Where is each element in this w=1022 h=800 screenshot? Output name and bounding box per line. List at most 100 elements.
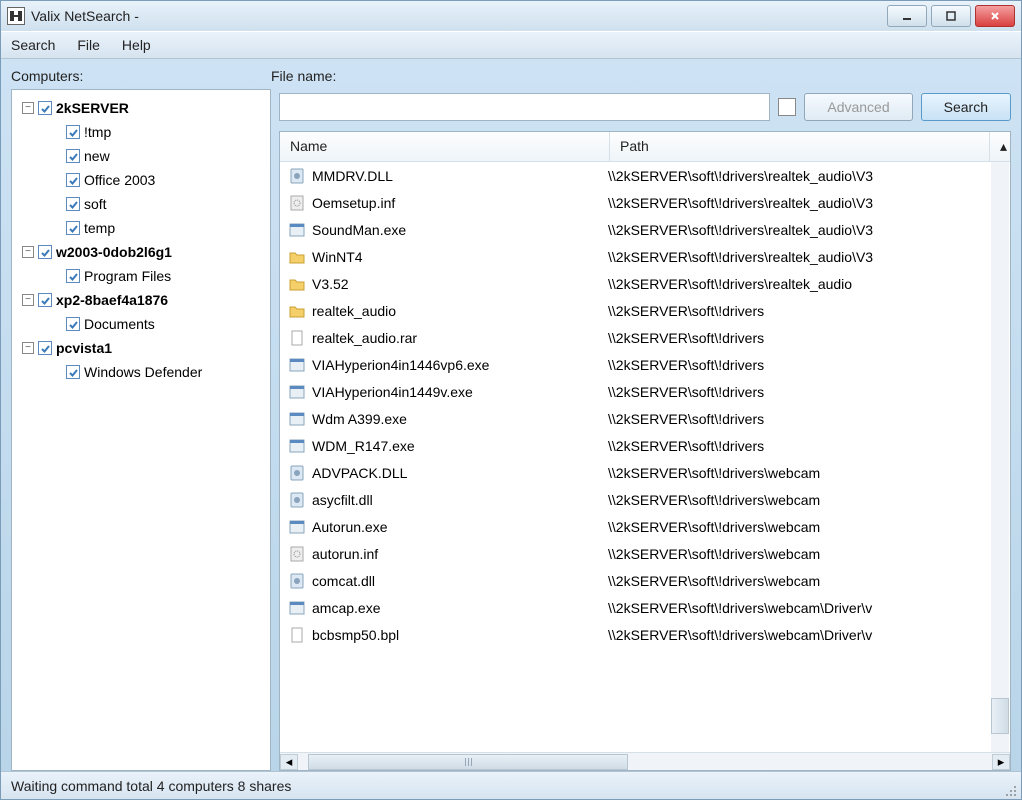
tree-label: temp <box>84 220 115 236</box>
tree-node[interactable]: !tmp <box>16 120 266 144</box>
dll-icon <box>288 572 306 590</box>
resize-grip-icon[interactable] <box>1003 783 1017 797</box>
tree-label: Windows Defender <box>84 364 202 380</box>
computers-label: Computers: <box>11 68 271 84</box>
result-row[interactable]: bcbsmp50.bpl\\2kSERVER\soft\!drivers\web… <box>280 621 1010 648</box>
tree-checkbox[interactable] <box>66 125 80 139</box>
tree-checkbox[interactable] <box>38 245 52 259</box>
file-name: asycfilt.dll <box>312 492 608 508</box>
file-name: WinNT4 <box>312 249 608 265</box>
tree-toggle-icon[interactable]: − <box>22 246 34 258</box>
result-row[interactable]: V3.52\\2kSERVER\soft\!drivers\realtek_au… <box>280 270 1010 297</box>
scroll-right-icon[interactable]: ▸ <box>992 754 1010 770</box>
scroll-up-icon[interactable]: ▴ <box>990 132 1010 161</box>
tree-node[interactable]: Documents <box>16 312 266 336</box>
tree-node[interactable]: − 2kSERVER <box>16 96 266 120</box>
tree-checkbox[interactable] <box>66 221 80 235</box>
result-row[interactable]: VIAHyperion4in1446vp6.exe\\2kSERVER\soft… <box>280 351 1010 378</box>
exe-icon <box>288 599 306 617</box>
tree-label: Office 2003 <box>84 172 155 188</box>
result-row[interactable]: WDM_R147.exe\\2kSERVER\soft\!drivers <box>280 432 1010 459</box>
file-path: \\2kSERVER\soft\!drivers\realtek_audio\V… <box>608 168 1010 184</box>
tree-label: 2kSERVER <box>56 100 129 116</box>
maximize-button[interactable] <box>931 5 971 27</box>
main-row: − 2kSERVER !tmp new Office 2003 soft temp −w200… <box>11 89 1011 771</box>
result-row[interactable]: realtek_audio\\2kSERVER\soft\!drivers <box>280 297 1010 324</box>
tree-node[interactable]: Windows Defender <box>16 360 266 384</box>
tree-checkbox[interactable] <box>66 365 80 379</box>
exe-icon <box>288 383 306 401</box>
result-row[interactable]: Oemsetup.inf\\2kSERVER\soft\!drivers\rea… <box>280 189 1010 216</box>
search-button[interactable]: Search <box>921 93 1011 121</box>
dll-icon <box>288 491 306 509</box>
v-scroll-thumb[interactable] <box>991 698 1009 734</box>
tree-node[interactable]: −xp2-8baef4a1876 <box>16 288 266 312</box>
advanced-button[interactable]: Advanced <box>804 93 912 121</box>
tree-checkbox[interactable] <box>66 173 80 187</box>
tree-node[interactable]: −pcvista1 <box>16 336 266 360</box>
scroll-left-icon[interactable]: ◂ <box>280 754 298 770</box>
tree-node[interactable]: new <box>16 144 266 168</box>
menu-search[interactable]: Search <box>11 37 55 53</box>
file-path: \\2kSERVER\soft\!drivers <box>608 438 1010 454</box>
tree-node[interactable]: Office 2003 <box>16 168 266 192</box>
h-scroll-thumb[interactable] <box>308 754 628 770</box>
h-scroll-track[interactable] <box>298 754 992 770</box>
file-path: \\2kSERVER\soft\!drivers\webcam\Driver\v <box>608 600 1010 616</box>
app-window: Valix NetSearch - Search File Help Compu… <box>0 0 1022 800</box>
tree-label: new <box>84 148 110 164</box>
dll-icon <box>288 167 306 185</box>
filename-input[interactable] <box>279 93 770 121</box>
minimize-button[interactable] <box>887 5 927 27</box>
tree-label: Program Files <box>84 268 171 284</box>
tree-toggle-icon[interactable]: − <box>22 102 34 114</box>
result-row[interactable]: asycfilt.dll\\2kSERVER\soft\!drivers\web… <box>280 486 1010 513</box>
file-path: \\2kSERVER\soft\!drivers\realtek_audio <box>608 276 1010 292</box>
result-row[interactable]: ADVPACK.DLL\\2kSERVER\soft\!drivers\webc… <box>280 459 1010 486</box>
menu-file[interactable]: File <box>77 37 100 53</box>
search-option-checkbox[interactable] <box>778 98 796 116</box>
horizontal-scrollbar[interactable]: ◂ ▸ <box>280 752 1010 770</box>
tree-checkbox[interactable] <box>66 269 80 283</box>
tree-toggle-icon[interactable]: − <box>22 342 34 354</box>
result-row[interactable]: SoundMan.exe\\2kSERVER\soft\!drivers\rea… <box>280 216 1010 243</box>
tree-checkbox[interactable] <box>66 197 80 211</box>
tree-checkbox[interactable] <box>38 101 52 115</box>
file-name: bcbsmp50.bpl <box>312 627 608 643</box>
column-path-header[interactable]: Path <box>610 132 990 161</box>
menu-help[interactable]: Help <box>122 37 151 53</box>
tree-checkbox[interactable] <box>38 341 52 355</box>
tree-checkbox[interactable] <box>66 149 80 163</box>
tree-node[interactable]: −w2003-0dob2l6g1 <box>16 240 266 264</box>
column-name-header[interactable]: Name <box>280 132 610 161</box>
close-button[interactable] <box>975 5 1015 27</box>
tree-checkbox[interactable] <box>66 317 80 331</box>
file-path: \\2kSERVER\soft\!drivers\realtek_audio\V… <box>608 195 1010 211</box>
result-row[interactable]: autorun.inf\\2kSERVER\soft\!drivers\webc… <box>280 540 1010 567</box>
file-path: \\2kSERVER\soft\!drivers\realtek_audio\V… <box>608 249 1010 265</box>
tree-toggle-icon[interactable]: − <box>22 294 34 306</box>
file-path: \\2kSERVER\soft\!drivers\webcam <box>608 465 1010 481</box>
result-row[interactable]: comcat.dll\\2kSERVER\soft\!drivers\webca… <box>280 567 1010 594</box>
result-row[interactable]: MMDRV.DLL\\2kSERVER\soft\!drivers\realte… <box>280 162 1010 189</box>
computers-tree-panel[interactable]: − 2kSERVER !tmp new Office 2003 soft temp −w200… <box>11 89 271 771</box>
result-row[interactable]: realtek_audio.rar\\2kSERVER\soft\!driver… <box>280 324 1010 351</box>
tree-node[interactable]: soft <box>16 192 266 216</box>
tree-checkbox[interactable] <box>38 293 52 307</box>
tree-node[interactable]: temp <box>16 216 266 240</box>
tree-node[interactable]: Program Files <box>16 264 266 288</box>
file-path: \\2kSERVER\soft\!drivers <box>608 330 1010 346</box>
result-row[interactable]: amcap.exe\\2kSERVER\soft\!drivers\webcam… <box>280 594 1010 621</box>
result-row[interactable]: VIAHyperion4in1449v.exe\\2kSERVER\soft\!… <box>280 378 1010 405</box>
file-path: \\2kSERVER\soft\!drivers\webcam <box>608 546 1010 562</box>
titlebar[interactable]: Valix NetSearch - <box>1 1 1021 31</box>
result-row[interactable]: WinNT4\\2kSERVER\soft\!drivers\realtek_a… <box>280 243 1010 270</box>
results-body[interactable]: MMDRV.DLL\\2kSERVER\soft\!drivers\realte… <box>280 162 1010 752</box>
right-panel: Advanced Search Name Path ▴ MMDRV.DLL\\2… <box>279 89 1011 771</box>
result-row[interactable]: Wdm A399.exe\\2kSERVER\soft\!drivers <box>280 405 1010 432</box>
result-row[interactable]: Autorun.exe\\2kSERVER\soft\!drivers\webc… <box>280 513 1010 540</box>
search-row: Advanced Search <box>279 89 1011 125</box>
file-path: \\2kSERVER\soft\!drivers <box>608 411 1010 427</box>
vertical-scrollbar[interactable] <box>991 162 1009 752</box>
dll-icon <box>288 464 306 482</box>
